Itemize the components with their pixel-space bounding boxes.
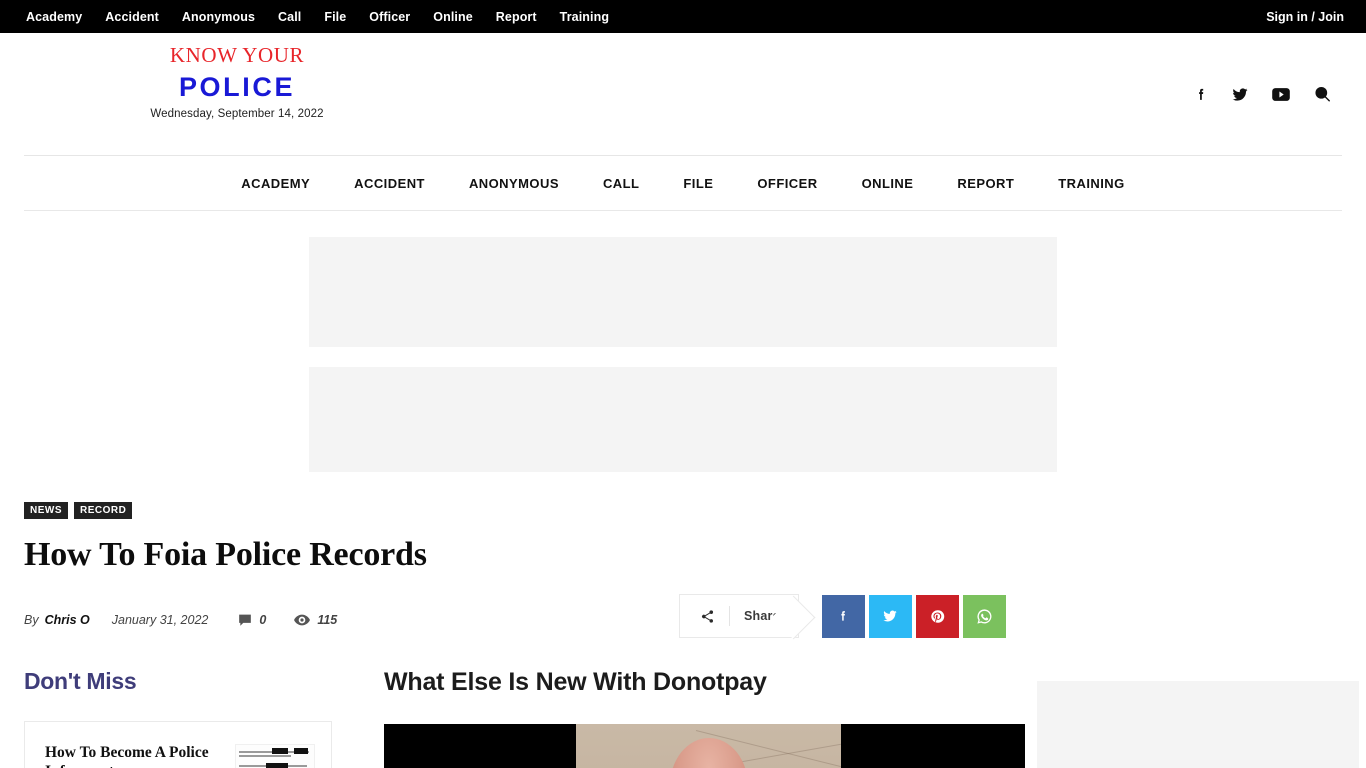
facebook-icon[interactable] <box>1193 86 1209 102</box>
dont-miss-card-text: How To Become A Police Informant May 6, … <box>45 744 223 768</box>
top-bar-nav: Academy Accident Anonymous Call File Off… <box>26 10 609 24</box>
nav-item-academy[interactable]: ACADEMY <box>219 176 332 191</box>
dont-miss-column: Don't Miss How To Become A Police Inform… <box>24 668 332 768</box>
header-date: Wednesday, September 14, 2022 <box>150 108 324 120</box>
topbar-link-officer[interactable]: Officer <box>369 10 410 24</box>
topbar-link-file[interactable]: File <box>324 10 346 24</box>
topbar-link-call[interactable]: Call <box>278 10 301 24</box>
main-navigation: ACADEMY ACCIDENT ANONYMOUS CALL FILE OFF… <box>24 155 1342 211</box>
tag-news[interactable]: NEWS <box>24 502 68 519</box>
lower-section: Don't Miss How To Become A Police Inform… <box>0 668 1366 768</box>
share-facebook-button[interactable] <box>821 594 865 638</box>
topbar-link-training[interactable]: Training <box>560 10 609 24</box>
byline-by-label: By <box>24 613 39 628</box>
twitter-icon[interactable] <box>1231 85 1249 103</box>
share-text: Share <box>744 609 780 624</box>
main-navigation-list: ACADEMY ACCIDENT ANONYMOUS CALL FILE OFF… <box>219 176 1146 191</box>
comment-count-value: 0 <box>259 613 267 628</box>
dont-miss-thumbnail <box>235 744 315 768</box>
article-date: January 31, 2022 <box>111 613 209 628</box>
article-body-column: What Else Is New With Donotpay <box>332 668 1037 768</box>
share-label-block[interactable]: Share <box>679 594 799 639</box>
article-meta-row: By Chris O January 31, 2022 0 115 Share <box>24 594 1342 644</box>
page-title: How To Foia Police Records <box>24 536 427 573</box>
share-bar: Share <box>679 594 1006 639</box>
share-whatsapp-button[interactable] <box>962 594 1006 638</box>
nav-item-online[interactable]: ONLINE <box>840 176 936 191</box>
share-pinterest-button[interactable] <box>915 594 959 638</box>
logo-top-text: KNOW YOUR <box>169 43 305 67</box>
share-icon <box>700 609 715 624</box>
byline-author-link[interactable]: Chris O <box>45 613 90 627</box>
site-logo[interactable]: KNOW YOUR POLICE Wednesday, September 14… <box>141 43 333 120</box>
nav-item-call[interactable]: CALL <box>581 176 661 191</box>
article-header: NEWS RECORD How To Foia Police Records B… <box>0 502 1366 644</box>
ad-placeholder-top <box>309 237 1057 347</box>
ad-placeholder-second <box>309 367 1057 472</box>
eye-icon <box>294 614 311 626</box>
topbar-link-accident[interactable]: Accident <box>105 10 159 24</box>
section-heading: What Else Is New With Donotpay <box>384 668 767 697</box>
sidebar-column <box>1037 668 1366 768</box>
top-bar: Academy Accident Anonymous Call File Off… <box>0 0 1366 33</box>
view-count-value: 115 <box>317 613 338 628</box>
list-item[interactable]: How To Become A Police Informant May 6, … <box>24 721 332 768</box>
comment-count[interactable]: 0 <box>238 613 266 627</box>
share-twitter-button[interactable] <box>868 594 912 638</box>
topbar-link-online[interactable]: Online <box>433 10 473 24</box>
nav-item-training[interactable]: TRAINING <box>1036 176 1146 191</box>
video-embed[interactable] <box>384 724 1025 768</box>
tag-record[interactable]: RECORD <box>74 502 133 519</box>
ad-gap <box>0 347 1366 367</box>
nav-item-officer[interactable]: OFFICER <box>735 176 839 191</box>
site-header: KNOW YOUR POLICE Wednesday, September 14… <box>0 33 1366 155</box>
share-buttons <box>821 594 1006 638</box>
topbar-link-academy[interactable]: Academy <box>26 10 82 24</box>
person-face <box>669 738 748 768</box>
nav-item-anonymous[interactable]: ANONYMOUS <box>447 176 581 191</box>
nav-item-accident[interactable]: ACCIDENT <box>332 176 447 191</box>
article-tags: NEWS RECORD <box>24 502 1342 519</box>
topbar-link-anonymous[interactable]: Anonymous <box>182 10 255 24</box>
dont-miss-card-title[interactable]: How To Become A Police Informant <box>45 744 223 768</box>
top-ad-area <box>0 211 1366 472</box>
ad-placeholder-sidebar <box>1037 681 1359 768</box>
topbar-link-report[interactable]: Report <box>496 10 537 24</box>
search-icon[interactable] <box>1313 85 1332 104</box>
nav-item-report[interactable]: REPORT <box>935 176 1036 191</box>
video-frame <box>576 724 841 768</box>
nav-item-file[interactable]: FILE <box>661 176 735 191</box>
article-byline: By Chris O January 31, 2022 0 115 <box>24 613 365 627</box>
comment-icon <box>238 614 252 627</box>
view-count: 115 <box>294 613 337 627</box>
share-divider <box>729 606 730 627</box>
dont-miss-heading: Don't Miss <box>24 668 137 695</box>
sign-in-join-link[interactable]: Sign in / Join <box>1266 10 1344 24</box>
logo-main-text: POLICE <box>178 72 296 102</box>
youtube-icon[interactable] <box>1271 86 1291 102</box>
header-social-bar <box>1193 85 1332 104</box>
